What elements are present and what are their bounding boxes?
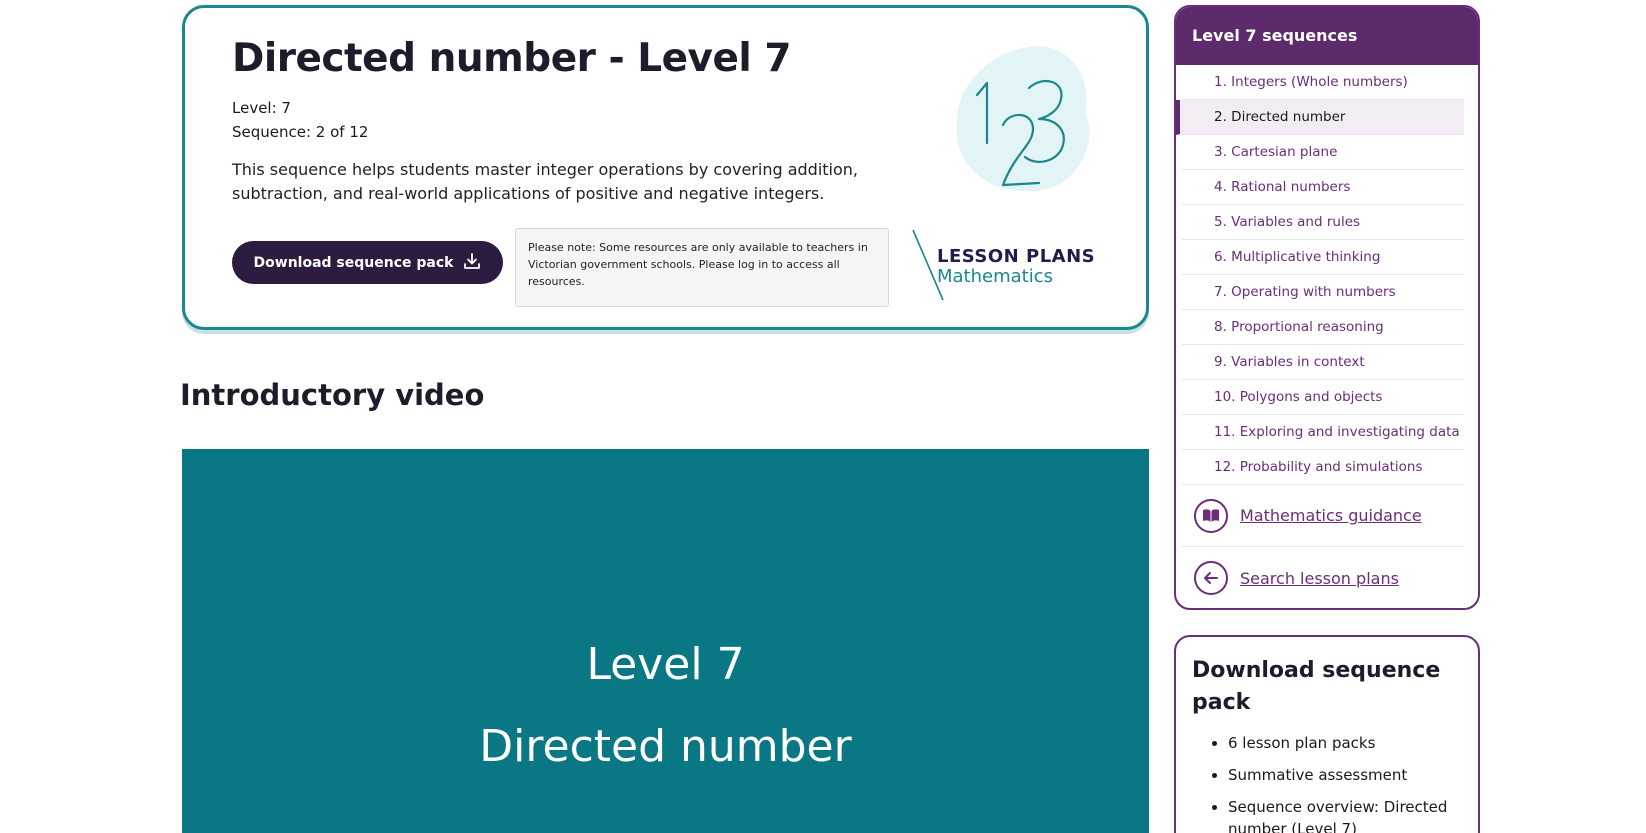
level-sequences-sidebar: Level 7 sequences 1. Integers (Whole num… <box>1174 5 1480 610</box>
sequence-nav-item[interactable]: 6. Multiplicative thinking <box>1182 240 1464 275</box>
download-button-label: Download sequence pack <box>253 254 454 271</box>
sequence-nav-item[interactable]: 3. Cartesian plane <box>1182 135 1464 170</box>
sidebar-title: Level 7 sequences <box>1176 7 1478 65</box>
numbers-illustration <box>925 33 1105 203</box>
sequence-nav-item[interactable]: 7. Operating with numbers <box>1182 275 1464 310</box>
book-icon <box>1194 498 1228 533</box>
sequence-label: Sequence: 2 of 12 <box>232 123 369 141</box>
logo-line-2: Mathematics <box>937 266 1053 287</box>
sequence-nav-item[interactable]: 10. Polygons and objects <box>1182 380 1464 415</box>
pack-item: 6 lesson plan packs <box>1228 732 1470 754</box>
download-sequence-pack-button[interactable]: Download sequence pack <box>232 241 503 284</box>
sequence-nav-item-active[interactable]: 2. Directed number <box>1176 100 1464 135</box>
sequence-nav-item[interactable]: 9. Variables in context <box>1182 345 1464 380</box>
logo-line-1: LESSON PLANS <box>937 246 1096 267</box>
level-label: Level: 7 <box>232 99 291 117</box>
sequence-nav-item[interactable]: 5. Variables and rules <box>1182 205 1464 240</box>
download-icon <box>463 252 481 274</box>
pack-item: Summative assessment <box>1228 764 1470 786</box>
lesson-plans-mathematics-logo: LESSON PLANS Mathematics <box>907 228 1107 303</box>
video-title-line-1: Level 7 <box>586 639 745 690</box>
arrow-left-icon <box>1194 561 1228 595</box>
sequence-hero-card: Directed number - Level 7 Level: 7 Seque… <box>182 5 1149 330</box>
mathematics-guidance-link[interactable]: Mathematics guidance <box>1182 485 1464 547</box>
sequence-description: This sequence helps students master inte… <box>232 160 858 203</box>
sequence-nav-item[interactable]: 11. Exploring and investigating data <box>1182 415 1464 450</box>
download-pack-card: Download sequence pack 6 lesson plan pac… <box>1174 635 1480 833</box>
sequence-nav-item[interactable]: 1. Integers (Whole numbers) <box>1182 65 1464 100</box>
video-title-line-2: Directed number <box>479 721 852 772</box>
pack-contents-list: 6 lesson plan packs Summative assessment… <box>1210 732 1470 833</box>
sequence-nav-item[interactable]: 4. Rational numbers <box>1182 170 1464 205</box>
sequence-meta: Level: 7 Sequence: 2 of 12 <box>232 96 368 144</box>
access-note: Please note: Some resources are only ava… <box>515 228 889 307</box>
sequence-nav-list: 1. Integers (Whole numbers) 2. Directed … <box>1176 65 1464 485</box>
introductory-video-heading: Introductory video <box>180 378 485 412</box>
search-lesson-plans-label: Search lesson plans <box>1240 568 1399 588</box>
sequence-nav-item[interactable]: 8. Proportional reasoning <box>1182 310 1464 345</box>
pack-item: Sequence overview: Directed number (Leve… <box>1228 796 1470 833</box>
sequence-nav-item[interactable]: 12. Probability and simulations <box>1182 450 1464 485</box>
search-lesson-plans-link[interactable]: Search lesson plans <box>1182 547 1464 608</box>
mathematics-guidance-label: Mathematics guidance <box>1240 506 1422 525</box>
download-pack-title: Download sequence pack <box>1192 658 1441 715</box>
introductory-video-player[interactable]: Level 7 Directed number <box>182 449 1149 833</box>
page-title: Directed number - Level 7 <box>232 36 792 81</box>
